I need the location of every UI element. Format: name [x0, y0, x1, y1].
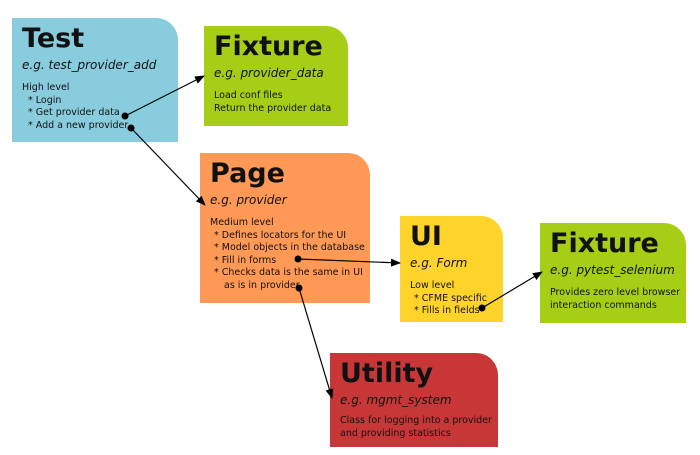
connector-page-to-ui	[294, 255, 401, 267]
connector-arrow	[124, 75, 205, 117]
connector-page-to-utility	[295, 284, 334, 399]
connector-arrow	[298, 287, 334, 399]
connector-arrow	[297, 258, 401, 267]
connector-layer	[121, 75, 543, 399]
connector-test-to-fixture	[121, 75, 205, 120]
connector-test-to-page	[127, 124, 206, 206]
connector-arrow	[130, 127, 206, 206]
connector-ui-to-fixture	[478, 271, 543, 312]
connector-arrow	[481, 271, 543, 309]
